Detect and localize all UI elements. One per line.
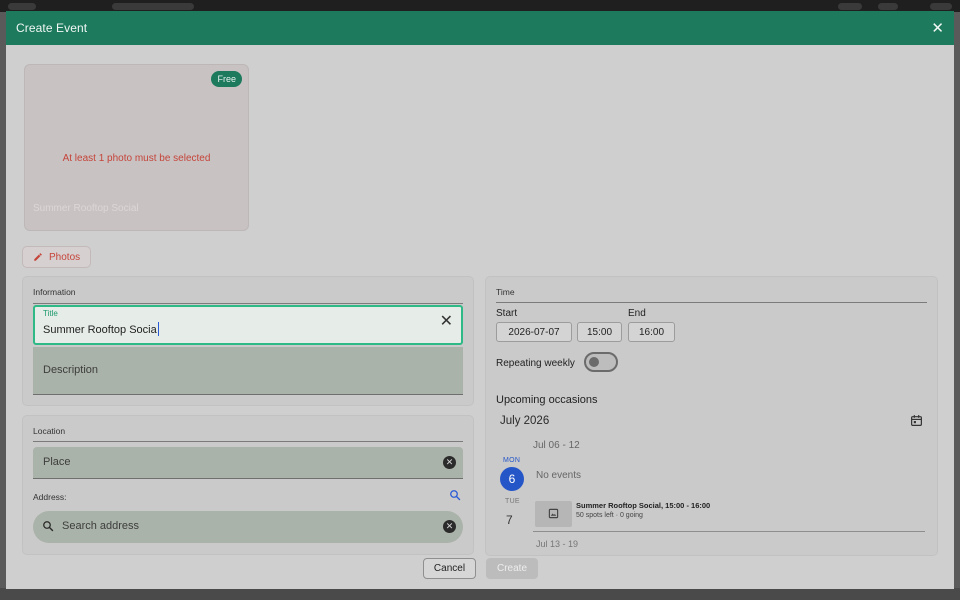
time-panel: Time Start End 2026-07-07 15:00 16:00 Re… — [485, 276, 938, 556]
information-divider — [33, 303, 463, 304]
background-bottom — [0, 588, 960, 600]
address-label: Address: — [33, 492, 67, 502]
day-abbr-mon: MON — [503, 457, 521, 464]
title-field-label: Title — [43, 309, 58, 318]
search-address-placeholder: Search address — [62, 520, 140, 532]
day-abbr-tue: TUE — [505, 498, 520, 505]
clear-circle-icon[interactable]: ✕ — [443, 456, 456, 469]
event-title: Summer Rooftop Social, 15:00 - 16:00 — [576, 501, 711, 510]
photo-card[interactable]: Free At least 1 photo must be selected S… — [24, 64, 249, 231]
toggle-knob — [589, 357, 599, 367]
day-today: 6 — [500, 467, 524, 491]
search-icon — [43, 521, 54, 532]
background-blob — [8, 3, 36, 10]
week-range: Jul 06 - 12 — [533, 440, 580, 451]
time-divider — [496, 302, 927, 303]
edit-photos-button[interactable]: Photos — [22, 246, 92, 268]
search-address-input[interactable]: Search address ✕ — [33, 511, 463, 543]
background-blob — [878, 3, 898, 10]
day-number: 7 — [506, 513, 513, 527]
event-subtitle: 50 spots left · 0 going — [576, 512, 643, 519]
title-text: Summer Rooftop Socia — [43, 324, 157, 336]
background-blob — [930, 3, 952, 10]
month-label: July 2026 — [500, 415, 550, 427]
start-date-chip[interactable]: 2026-07-07 — [496, 322, 572, 342]
background-blob — [112, 3, 194, 10]
place-input[interactable]: Place ✕ — [33, 447, 463, 479]
create-event-dialog: Create Event ✕ Free At least 1 photo mus… — [6, 11, 954, 589]
dialog-title: Create Event — [16, 21, 88, 35]
photo-caption: Summer Rooftop Social — [33, 203, 139, 214]
information-label: Information — [33, 287, 76, 297]
clear-circle-icon[interactable]: ✕ — [443, 520, 456, 533]
edit-photos-label: Photos — [49, 251, 81, 263]
create-button[interactable]: Create — [486, 558, 538, 579]
dialog-header: Create Event ✕ — [6, 11, 954, 45]
price-badge: Free — [211, 71, 242, 87]
clear-icon[interactable]: ✕ — [440, 314, 453, 330]
title-field-value: Summer Rooftop Socia — [43, 322, 159, 336]
start-time-chip[interactable]: 15:00 — [577, 322, 622, 342]
time-label: Time — [496, 287, 515, 297]
end-label: End — [628, 308, 646, 319]
photo-error-message: At least 1 photo must be selected — [62, 153, 211, 164]
location-label: Location — [33, 426, 66, 436]
next-week-range: Jul 13 - 19 — [536, 539, 579, 549]
no-events-text: No events — [536, 470, 582, 481]
description-input[interactable]: Description — [33, 347, 463, 395]
location-panel: Location Place ✕ Address: Search address… — [22, 415, 474, 555]
image-icon — [548, 508, 559, 519]
cancel-button[interactable]: Cancel — [423, 558, 476, 579]
search-icon[interactable] — [449, 489, 461, 501]
description-placeholder: Description — [43, 364, 99, 376]
title-input[interactable]: Title Summer Rooftop Socia ✕ — [33, 305, 463, 345]
start-label: Start — [496, 308, 518, 319]
information-panel: Information Title Summer Rooftop Socia ✕… — [22, 276, 474, 406]
pencil-icon — [34, 253, 42, 261]
event-thumbnail — [535, 501, 572, 527]
place-placeholder: Place — [43, 456, 71, 468]
background-blob — [838, 3, 862, 10]
event-item[interactable]: Summer Rooftop Social, 15:00 - 16:00 50 … — [533, 499, 925, 532]
upcoming-heading: Upcoming occasions — [496, 394, 598, 406]
close-icon[interactable]: ✕ — [931, 21, 944, 36]
repeating-toggle[interactable] — [584, 352, 618, 372]
location-divider — [33, 441, 463, 442]
end-time-chip[interactable]: 16:00 — [628, 322, 675, 342]
calendar-icon[interactable] — [910, 414, 923, 427]
repeating-label: Repeating weekly — [496, 358, 575, 369]
text-caret — [157, 322, 159, 336]
